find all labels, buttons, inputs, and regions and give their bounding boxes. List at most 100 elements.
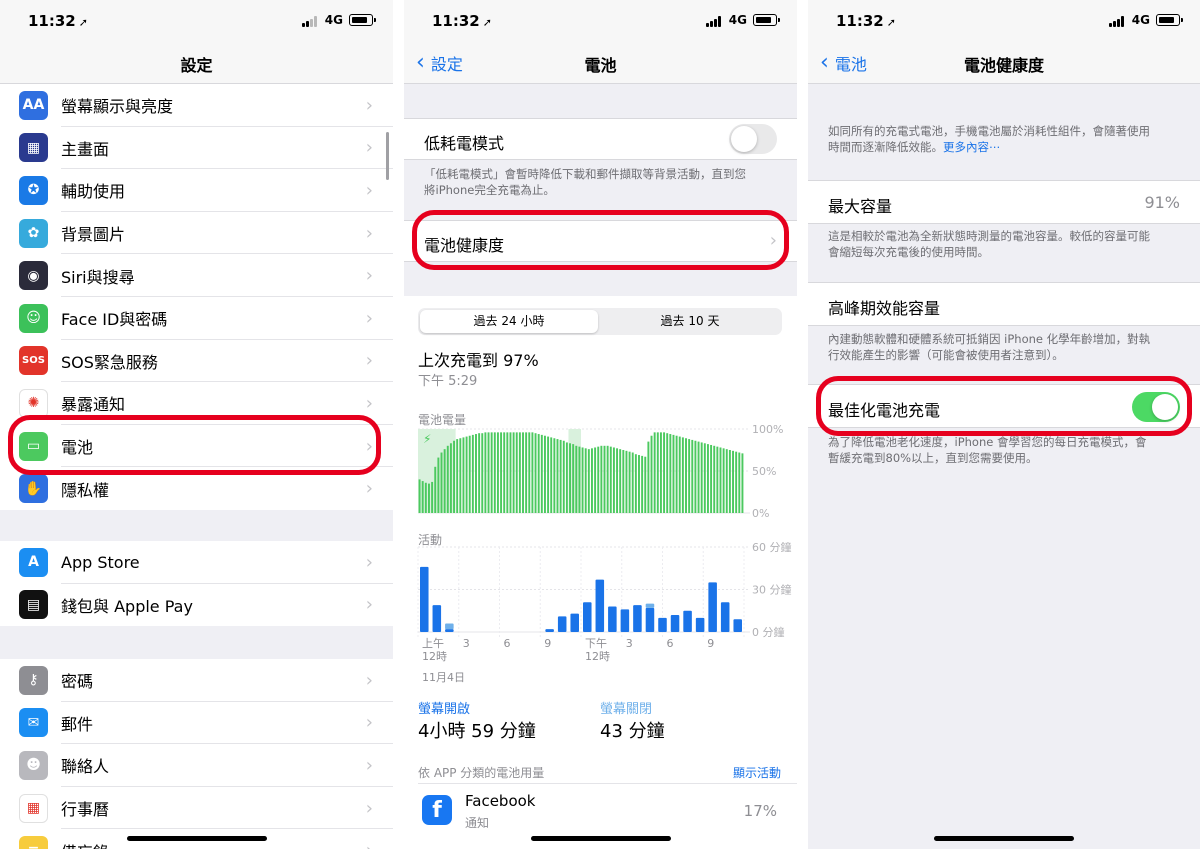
level-bar [609, 446, 612, 513]
level-bar [678, 436, 681, 513]
level-bar [565, 442, 568, 513]
usage-panel: 過去 24 小時 過去 10 天 上次充電到 97% 下午 5:29 電池電量 … [404, 296, 797, 849]
optimized-charging-footer: 為了降低電池老化速度，iPhone 會學習您的每日充電模式，會 暫緩充電到80%… [828, 435, 1147, 465]
contacts-icon: ☻ [19, 750, 48, 780]
settings-row[interactable]: ◉ Siri與搜尋 › [0, 254, 393, 297]
level-bar [666, 433, 669, 513]
level-bar [697, 441, 700, 513]
level-bar [456, 439, 459, 513]
level-tick-label: 50% [752, 465, 776, 478]
settings-row[interactable]: SOS SOS緊急服務 › [0, 340, 393, 383]
activity-bar-off [445, 623, 454, 630]
scrollbar[interactable] [386, 132, 389, 180]
settings-row-label: 行事曆 [61, 800, 110, 820]
app-usage-row[interactable]: f Facebook 通知 17% [404, 788, 797, 838]
nav-bar: ‹ 設定 電池 [404, 42, 797, 84]
level-bar [424, 482, 427, 513]
level-bar [465, 436, 468, 513]
activity-bar-on [432, 605, 442, 632]
level-bar [597, 446, 600, 513]
settings-row[interactable]: A App Store › [0, 541, 393, 584]
level-bar [468, 435, 471, 513]
more-info-link[interactable]: 更多內容⋯ [943, 140, 1001, 154]
x-tick-label: 3 [463, 637, 470, 650]
level-bar [562, 440, 565, 513]
period-segmented-control: 過去 24 小時 過去 10 天 [418, 308, 782, 335]
segment-24h[interactable]: 過去 24 小時 [420, 310, 598, 333]
activity-bar-on [595, 579, 605, 632]
level-bar [703, 443, 706, 513]
activity-bar-on [708, 582, 717, 632]
settings-row-label: 郵件 [61, 714, 94, 734]
chevron-right-icon: › [365, 551, 373, 573]
highlight-battery-row [8, 415, 381, 475]
settings-row[interactable]: ☺ Face ID與密碼 › [0, 297, 393, 340]
chevron-right-icon: › [365, 712, 373, 734]
peak-performance-label: 高峰期效能容量 [828, 299, 941, 318]
level-bar [578, 446, 581, 513]
chevron-right-icon: › [365, 594, 373, 616]
level-bar [612, 447, 615, 513]
settings-row[interactable]: ✪ 輔助使用 › [0, 169, 393, 212]
level-bar [725, 449, 728, 513]
settings-row[interactable]: ☻ 聯絡人 › [0, 744, 393, 787]
settings-row-label: App Store [61, 552, 140, 572]
settings-row[interactable]: ⚷ 密碼 › [0, 659, 393, 702]
chevron-right-icon: › [365, 754, 373, 776]
home-indicator[interactable] [934, 836, 1074, 841]
level-bar [553, 438, 556, 513]
app-store-icon: A [19, 547, 48, 577]
settings-row[interactable]: ▤ 錢包與 Apple Pay › [0, 584, 393, 627]
cellular-signal-icon [706, 16, 723, 27]
cellular-signal-icon [302, 16, 319, 27]
level-bar [650, 435, 653, 513]
level-bar [584, 448, 587, 513]
show-activity-link[interactable]: 顯示活動 [733, 764, 781, 781]
battery-status-icon [349, 14, 376, 26]
home-indicator[interactable] [126, 836, 267, 841]
sos-icon: SOS [19, 346, 48, 376]
mail-icon: ✉ [19, 708, 48, 738]
home-indicator[interactable] [530, 836, 671, 841]
level-bar [641, 455, 644, 513]
page-title: 設定 [180, 56, 213, 75]
last-charge-title: 上次充電到 97% [418, 351, 539, 370]
settings-row[interactable]: ▦ 行事曆 › [0, 787, 393, 830]
activity-x-axis: 上午 12時 3 6 9 下午 12時 3 6 9 [404, 637, 797, 667]
activity-bar-on [683, 610, 692, 632]
level-bar [741, 453, 744, 513]
x-tick-main: 9 [707, 637, 715, 650]
level-bar [503, 432, 506, 513]
level-bar [659, 432, 662, 513]
settings-row-label: Face ID與密碼 [61, 310, 168, 330]
segment-10d[interactable]: 過去 10 天 [600, 310, 780, 333]
level-bar [487, 432, 490, 513]
low-power-toggle[interactable] [729, 124, 777, 154]
level-bar [512, 432, 515, 513]
settings-row[interactable]: ✉ 郵件 › [0, 702, 393, 745]
status-bar: 11:32 ➚ 4G [0, 0, 393, 42]
level-bar [449, 443, 452, 513]
peak-performance-row: 高峰期效能容量 [808, 282, 1200, 326]
level-bar [543, 435, 546, 513]
x-tick-main: 下午 [585, 637, 607, 650]
nav-bar: 設定 [0, 42, 393, 84]
exposure-notification-icon: ✺ [19, 388, 48, 418]
chevron-right-icon: › [365, 222, 373, 244]
settings-row[interactable]: ✿ 背景圖片 › [0, 212, 393, 255]
battery-level-chart: 100% 50% 0% ⚡ [418, 424, 783, 520]
level-bar [493, 432, 496, 513]
low-power-footer: 「低耗電模式」會暫時降低下載和郵件擷取等背景活動，直到您 將iPhone完全充電… [424, 167, 746, 197]
level-bar [647, 441, 650, 513]
level-bar [634, 454, 637, 513]
activity-bar-on [658, 617, 667, 632]
x-tick-main: 上午 [422, 637, 444, 650]
chevron-right-icon: › [365, 307, 373, 329]
x-tick-main: 6 [666, 637, 674, 650]
level-bar [728, 450, 731, 513]
settings-row[interactable]: AA 螢幕顯示與亮度 › [0, 84, 393, 127]
level-bar [478, 433, 481, 513]
display-brightness-icon: AA [19, 90, 48, 120]
activity-chart: 60 分鐘30 分鐘0 分鐘 [417, 542, 792, 639]
settings-row[interactable]: ▦ 主畫面 › [0, 127, 393, 170]
